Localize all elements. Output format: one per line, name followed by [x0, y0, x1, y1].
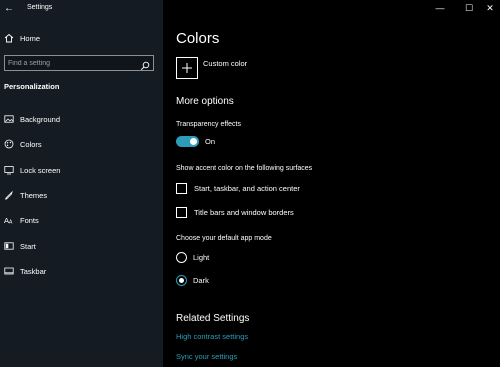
- transparency-state: On: [205, 137, 216, 146]
- sidebar-item-label: Themes: [20, 190, 48, 200]
- light-mode-label[interactable]: Light: [193, 253, 209, 262]
- start-taskbar-checkbox-label[interactable]: Start, taskbar, and action center: [194, 184, 300, 193]
- sidebar-item-start[interactable]: Start: [0, 238, 163, 254]
- sidebar-item-background[interactable]: Background: [0, 111, 163, 127]
- lock-screen-icon: [4, 165, 14, 175]
- sidebar-item-themes[interactable]: Themes: [0, 187, 163, 203]
- close-icon: ✕: [486, 3, 494, 13]
- taskbar-icon: [4, 266, 14, 276]
- plus-icon: [182, 63, 192, 73]
- related-settings-heading: Related Settings: [176, 313, 250, 324]
- app-title: Settings: [27, 4, 53, 11]
- sidebar-item-label: Start: [20, 241, 36, 251]
- sidebar-item-colors[interactable]: Colors: [0, 136, 163, 152]
- back-arrow-icon: ←: [4, 3, 14, 14]
- sidebar-item-lock-screen[interactable]: Lock screen: [0, 162, 163, 178]
- maximize-icon: ☐: [464, 3, 474, 13]
- minimize-button[interactable]: —: [433, 2, 447, 14]
- maximize-button[interactable]: ☐: [462, 2, 476, 14]
- home-icon: [4, 33, 14, 43]
- sidebar-item-label: Colors: [20, 139, 42, 149]
- search-box[interactable]: [4, 55, 154, 71]
- section-heading: Personalization: [4, 82, 60, 91]
- custom-color-label: Custom color: [203, 59, 248, 68]
- titlebars-checkbox[interactable]: [176, 207, 187, 218]
- back-button[interactable]: ←: [2, 3, 16, 15]
- dark-mode-label[interactable]: Dark: [193, 276, 209, 285]
- sidebar-item-label: Fonts: [20, 215, 39, 225]
- light-mode-radio[interactable]: [176, 252, 187, 263]
- titlebars-checkbox-label[interactable]: Title bars and window borders: [194, 208, 294, 217]
- sidebar: ← Settings Home Personalization Backgrou…: [0, 0, 163, 367]
- sidebar-item-label: Home: [20, 33, 41, 43]
- radio-selected-dot: [179, 278, 184, 283]
- high-contrast-link[interactable]: High contrast settings: [176, 332, 248, 341]
- themes-icon: [4, 190, 14, 200]
- sidebar-item-label: Taskbar: [20, 266, 47, 276]
- fonts-icon: AA: [4, 215, 14, 225]
- search-input[interactable]: [8, 57, 133, 69]
- svg-text:A: A: [9, 220, 13, 226]
- page-title: Colors: [176, 30, 220, 47]
- palette-icon: [4, 139, 14, 149]
- sidebar-item-label: Lock screen: [20, 165, 61, 175]
- sync-settings-link[interactable]: Sync your settings: [176, 352, 237, 361]
- minimize-icon: —: [435, 3, 445, 13]
- toggle-knob: [190, 138, 197, 145]
- main-content: — ☐ ✕ Colors Custom color More options T…: [163, 0, 500, 367]
- app-mode-label: Choose your default app mode: [176, 235, 272, 242]
- sidebar-item-taskbar[interactable]: Taskbar: [0, 263, 163, 279]
- start-taskbar-checkbox[interactable]: [176, 183, 187, 194]
- image-icon: [4, 114, 14, 124]
- transparency-toggle[interactable]: [176, 136, 199, 147]
- custom-color-button[interactable]: [176, 57, 198, 79]
- transparency-label: Transparency effects: [176, 121, 241, 128]
- accent-surfaces-label: Show accent color on the following surfa…: [176, 165, 313, 172]
- start-icon: [4, 241, 14, 251]
- search-icon[interactable]: [140, 58, 150, 71]
- sidebar-item-label: Background: [20, 114, 61, 124]
- sidebar-item-home[interactable]: Home: [0, 30, 163, 46]
- close-button[interactable]: ✕: [483, 2, 497, 14]
- sidebar-item-fonts[interactable]: AA Fonts: [0, 212, 163, 228]
- more-options-heading: More options: [176, 96, 234, 107]
- dark-mode-radio[interactable]: [176, 275, 187, 286]
